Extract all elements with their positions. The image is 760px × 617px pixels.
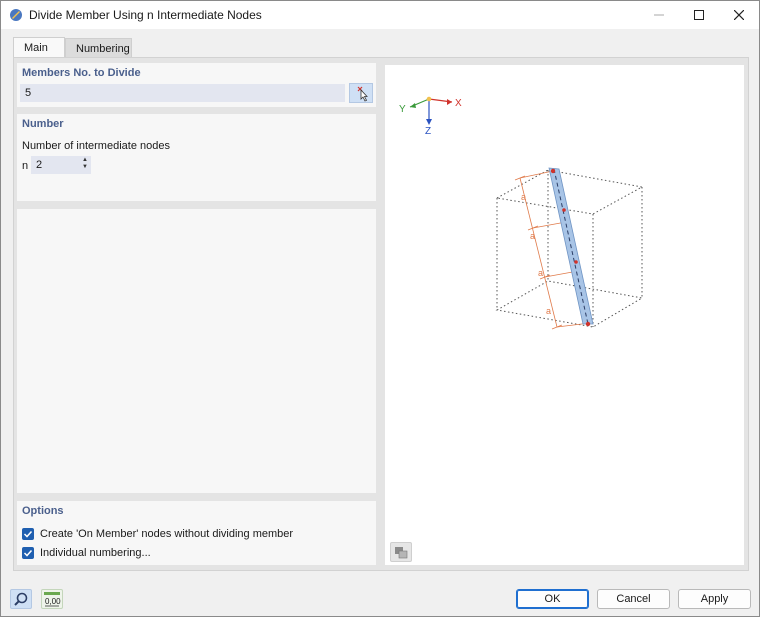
minimize-icon: [654, 14, 664, 16]
axis-z-label: Z: [425, 126, 431, 137]
chevron-down-icon[interactable]: ▼: [82, 164, 88, 171]
options-panel: Options Create 'On Member' nodes without…: [17, 501, 376, 565]
node-end: [585, 321, 591, 327]
individual-numbering-label[interactable]: Individual numbering...: [40, 547, 151, 559]
number-panel-title: Number: [22, 118, 64, 130]
tab-numbering[interactable]: Numbering: [65, 38, 132, 57]
n-value: 2: [36, 159, 43, 171]
intermediate-nodes-label: Number of intermediate nodes: [22, 140, 170, 152]
close-button[interactable]: [719, 1, 759, 29]
n-stepper[interactable]: 2 ▲ ▼: [31, 156, 91, 174]
individual-numbering-checkbox[interactable]: [22, 547, 34, 559]
ok-button[interactable]: OK: [516, 589, 589, 609]
maximize-button[interactable]: [679, 1, 719, 29]
create-on-member-label[interactable]: Create 'On Member' nodes without dividin…: [40, 528, 293, 540]
create-on-member-checkbox[interactable]: [22, 528, 34, 540]
units-icon: 0,00: [44, 592, 61, 607]
dimension-labels: a a a a: [521, 192, 551, 316]
pick-member-button[interactable]: [349, 83, 373, 103]
app-icon: [10, 9, 22, 21]
cancel-button[interactable]: Cancel: [597, 589, 670, 609]
empty-panel: [17, 209, 376, 493]
apply-button[interactable]: Apply: [678, 589, 751, 609]
dim-label-a1: a: [521, 192, 526, 202]
dim-label-a2: a: [530, 231, 535, 241]
stepper-arrows[interactable]: ▲ ▼: [82, 157, 88, 171]
members-input[interactable]: 5: [20, 84, 345, 102]
pick-cursor-icon: [357, 86, 368, 102]
checkmark-icon: [23, 549, 33, 557]
node-start: [550, 168, 556, 174]
minimize-button[interactable]: [639, 1, 679, 29]
search-help-icon: [14, 592, 28, 606]
units-button[interactable]: 0,00: [41, 589, 63, 609]
close-icon: [734, 10, 744, 20]
view-options-button[interactable]: [390, 542, 412, 562]
preview-graphic: X Y Z a a a a: [399, 96, 644, 330]
chevron-up-icon[interactable]: ▲: [82, 157, 88, 164]
number-panel: Number Number of intermediate nodes n 2 …: [17, 114, 376, 201]
node-intermediate-2: [574, 260, 578, 264]
tab-main-label: Main: [24, 42, 48, 54]
help-button[interactable]: [10, 589, 32, 609]
view-cube-icon: [395, 547, 408, 559]
member-graphic: [548, 167, 594, 327]
dim-label-a4: a: [546, 306, 551, 316]
dialog-window: Divide Member Using n Intermediate Nodes…: [0, 0, 760, 617]
window-title: Divide Member Using n Intermediate Nodes: [29, 8, 262, 22]
tab-main[interactable]: Main: [13, 37, 65, 58]
axis-y-label: Y: [399, 104, 406, 115]
units-icon-text: 0,00: [45, 597, 61, 606]
axis-triad: X Y Z: [399, 96, 462, 137]
members-panel: Members No. to Divide 5: [17, 63, 376, 107]
members-panel-title: Members No. to Divide: [22, 67, 141, 79]
tab-numbering-label: Numbering: [76, 43, 130, 55]
n-symbol-label: n: [22, 160, 29, 172]
axis-x-label: X: [455, 98, 462, 109]
dim-label-a3: a: [538, 268, 543, 278]
preview-panel: X Y Z a a a a: [385, 65, 744, 565]
node-intermediate-1: [562, 208, 566, 212]
title-bar: Divide Member Using n Intermediate Nodes: [1, 1, 759, 29]
options-panel-title: Options: [22, 505, 64, 517]
checkmark-icon: [23, 530, 33, 538]
maximize-icon: [694, 10, 704, 20]
